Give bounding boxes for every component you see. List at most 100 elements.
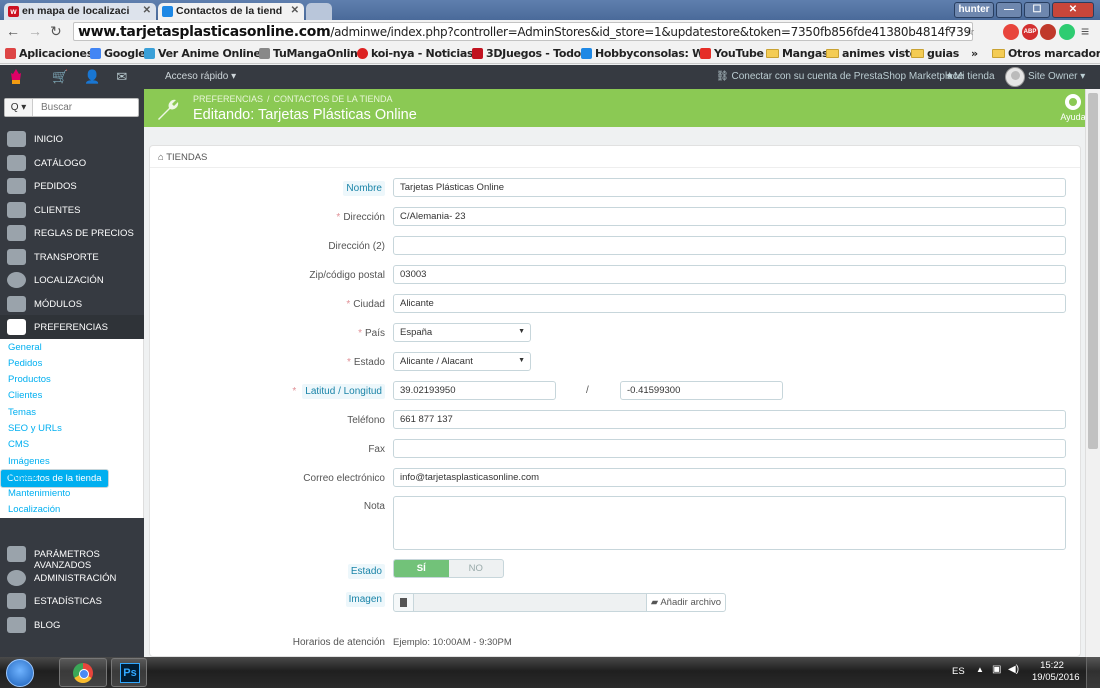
- menu-icon[interactable]: ≡: [1081, 23, 1089, 39]
- reload-icon[interactable]: ↻: [50, 23, 62, 40]
- fax-input[interactable]: [393, 439, 1066, 458]
- star-icon[interactable]: ☆: [965, 25, 975, 38]
- minimize-button[interactable]: —: [996, 2, 1022, 18]
- latitude-input[interactable]: 39.02193950: [393, 381, 556, 400]
- taskbar-photoshop[interactable]: Ps: [111, 658, 147, 687]
- submenu-item[interactable]: Imágenes: [0, 453, 143, 469]
- mail-icon[interactable]: ✉: [116, 69, 127, 85]
- sidebar-item-clientes[interactable]: Clientes: [0, 198, 144, 222]
- search-dropdown-button[interactable]: Q ▾: [5, 99, 33, 116]
- direccion-input[interactable]: C/Alemania- 23: [393, 207, 1066, 226]
- direccion2-input[interactable]: [393, 236, 1066, 255]
- submenu-item[interactable]: Buscar: [0, 469, 143, 485]
- bookmark-koinya[interactable]: koi-nya - Noticias: [357, 47, 474, 60]
- toggle-off[interactable]: NO: [449, 560, 504, 577]
- submenu-item[interactable]: Productos: [0, 371, 143, 387]
- submenu-item[interactable]: CMS: [0, 436, 143, 452]
- sidebar-item-administracion[interactable]: Administración: [0, 566, 144, 590]
- sidebar-item-inicio[interactable]: Inicio: [0, 127, 144, 151]
- sidebar-item-pedidos[interactable]: Pedidos: [0, 174, 144, 198]
- back-arrow-icon[interactable]: ←: [6, 23, 20, 39]
- bookmark-3djuegos[interactable]: 3DJuegos - Todo: [472, 47, 581, 60]
- bookmark-other[interactable]: Otros marcadores: [992, 47, 1100, 60]
- extension-o-icon[interactable]: [1003, 24, 1019, 40]
- nota-textarea[interactable]: [393, 496, 1066, 550]
- taskbar-chrome[interactable]: [59, 658, 107, 687]
- submenu-item[interactable]: Pedidos: [0, 355, 143, 371]
- adblock-icon[interactable]: ABP: [1022, 24, 1038, 40]
- windows-start-icon[interactable]: [6, 659, 34, 687]
- sidebar-item-parametros-avanzados[interactable]: Parámetros avanzados: [0, 542, 144, 571]
- user-icon[interactable]: 👤: [84, 69, 100, 85]
- breadcrumb-item[interactable]: Preferencias: [193, 94, 263, 104]
- zip-input[interactable]: 03003: [393, 265, 1066, 284]
- ciudad-input[interactable]: Alicante: [393, 294, 1066, 313]
- sidebar-item-blog[interactable]: Blog: [0, 613, 144, 637]
- avatar[interactable]: [1005, 67, 1025, 87]
- estado-toggle[interactable]: SÍ NO: [393, 559, 504, 578]
- page-scrollbar[interactable]: [1085, 89, 1100, 657]
- bookmark-apps[interactable]: Aplicaciones: [5, 47, 93, 60]
- forward-arrow-icon[interactable]: →: [28, 23, 42, 39]
- search-input[interactable]: [35, 99, 135, 116]
- submenu-item[interactable]: SEO y URLs: [0, 420, 143, 436]
- estado-select[interactable]: Alicante / Alacant ▼: [393, 352, 531, 371]
- language-indicator[interactable]: ES: [952, 666, 965, 677]
- bookmark-animes-visto[interactable]: animes visto: [826, 47, 917, 60]
- submenu-item[interactable]: Temas: [0, 404, 143, 420]
- prestashop-logo-icon[interactable]: [9, 68, 23, 85]
- add-file-button[interactable]: ▰ Añadir archivo: [646, 593, 726, 612]
- browser-tab-active[interactable]: Contactos de la tiend ✕: [158, 3, 304, 20]
- bookmark-mangas[interactable]: Mangas: [766, 47, 829, 60]
- apps-grid-icon: [5, 48, 16, 59]
- bookmark-google[interactable]: Google: [90, 47, 146, 60]
- volume-icon[interactable]: ◀): [1008, 664, 1019, 675]
- close-tab-icon[interactable]: ✕: [143, 5, 151, 16]
- toggle-on[interactable]: SÍ: [394, 560, 449, 577]
- sidebar-item-preferencias[interactable]: Preferencias: [0, 315, 144, 339]
- user-menu[interactable]: Site Owner ▾: [1028, 71, 1085, 82]
- breadcrumb-item[interactable]: Contactos de la tienda: [274, 94, 393, 104]
- extension-red-icon[interactable]: [1040, 24, 1056, 40]
- submenu-item[interactable]: General: [0, 339, 143, 355]
- email-input[interactable]: info@tarjetasplasticasonline.com: [393, 468, 1066, 487]
- pais-select[interactable]: España ▼: [393, 323, 531, 342]
- bookmarks-overflow-chevron[interactable]: »: [971, 47, 978, 60]
- sidebar-item-catalogo[interactable]: Catálogo: [0, 151, 144, 175]
- submenu-item[interactable]: Localización: [0, 501, 143, 517]
- scrollbar-thumb[interactable]: [1088, 93, 1098, 449]
- sidebar-item-localizacion[interactable]: Localización: [0, 268, 144, 292]
- network-icon[interactable]: ▣: [992, 664, 1001, 675]
- maximize-button[interactable]: ☐: [1024, 2, 1050, 18]
- sidebar-item-modulos[interactable]: Módulos: [0, 292, 144, 316]
- help-button[interactable]: Ayuda: [1060, 94, 1086, 122]
- close-tab-icon[interactable]: ✕: [291, 5, 299, 16]
- bookmark-youtube[interactable]: YouTube: [700, 47, 764, 60]
- sidebar-item-reglas-precios[interactable]: Reglas de precios: [0, 221, 144, 245]
- longitude-input[interactable]: -0.41599300: [620, 381, 783, 400]
- submenu-item[interactable]: Clientes: [0, 387, 143, 403]
- my-shop-link[interactable]: ★Mi tienda: [945, 71, 995, 82]
- bookmark-guias[interactable]: guias: [911, 47, 959, 60]
- address-bar[interactable]: www.tarjetasplasticasonline.com/adminwe/…: [73, 22, 973, 41]
- new-tab-button[interactable]: [306, 3, 332, 20]
- sidebar-item-transporte[interactable]: Transporte: [0, 245, 144, 269]
- bookmark-hobbyconsolas[interactable]: Hobbyconsolas: W: [581, 47, 704, 60]
- marketplace-link[interactable]: ⛓ Conectar con su cuenta de PrestaShop M…: [716, 71, 963, 82]
- taskbar-clock[interactable]: 15:22 19/05/2016: [1032, 660, 1080, 684]
- bookmark-anime[interactable]: Ver Anime Online: [144, 47, 261, 60]
- browser-tab-inactive[interactable]: w en mapa de localizaci ✕: [4, 3, 156, 20]
- telefono-input[interactable]: 661 877 137: [393, 410, 1066, 429]
- extension-green-icon[interactable]: [1059, 24, 1075, 40]
- quick-access-menu[interactable]: Acceso rápido ▾: [165, 71, 236, 82]
- show-desktop-button[interactable]: [1086, 657, 1100, 688]
- cart-icon[interactable]: 🛒: [52, 69, 68, 85]
- close-window-button[interactable]: ✕: [1052, 2, 1094, 18]
- window-user-badge[interactable]: hunter: [954, 2, 994, 18]
- nombre-input[interactable]: Tarjetas Plásticas Online: [393, 178, 1066, 197]
- zoom-icon[interactable]: ⚲: [948, 25, 956, 38]
- bookmark-tumanga[interactable]: TuMangaOnline: [259, 47, 365, 60]
- sidebar-item-estadisticas[interactable]: Estadísticas: [0, 589, 144, 613]
- submenu-item[interactable]: Mantenimiento: [0, 485, 143, 501]
- tray-expand-icon[interactable]: ▲: [976, 665, 984, 674]
